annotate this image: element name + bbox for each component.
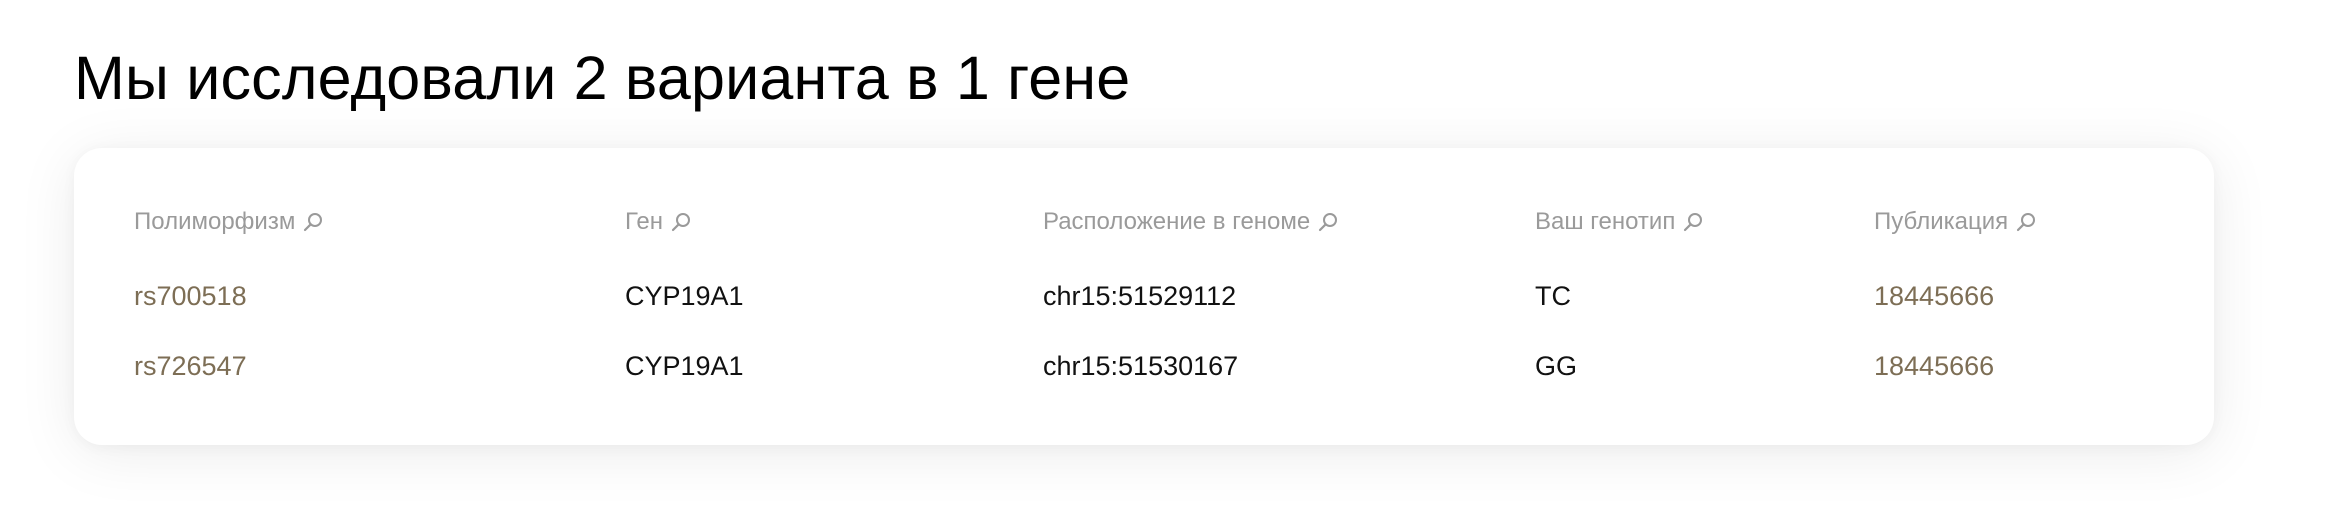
publication-link[interactable]: 18445666 xyxy=(1874,276,1994,316)
search-icon[interactable] xyxy=(669,210,693,234)
search-icon[interactable] xyxy=(1681,210,1705,234)
column-header-location[interactable]: Расположение в геноме xyxy=(1043,204,1340,240)
column-header-label: Ваш генотип xyxy=(1535,208,1676,235)
location-cell: chr15:51530167 xyxy=(1043,351,1239,381)
search-icon[interactable] xyxy=(1316,210,1340,234)
gene-cell: CYP19A1 xyxy=(625,351,744,381)
page-title: Мы исследовали 2 варианта в 1 гене xyxy=(74,44,1131,112)
table-header-row: Полиморфизм Ген Расположение в геноме Ва… xyxy=(74,204,2214,240)
column-header-label: Расположение в геноме xyxy=(1043,208,1311,235)
genotype-cell: GG xyxy=(1535,351,1578,381)
column-header-genotype[interactable]: Ваш генотип xyxy=(1535,204,1705,240)
search-icon[interactable] xyxy=(2014,210,2038,234)
column-header-label: Ген xyxy=(625,208,663,235)
polymorphism-link[interactable]: rs700518 xyxy=(134,276,247,316)
column-header-gene[interactable]: Ген xyxy=(625,204,693,240)
page: Мы исследовали 2 варианта в 1 гене Полим… xyxy=(0,0,2330,516)
column-header-label: Публикация xyxy=(1874,208,2009,235)
publication-link[interactable]: 18445666 xyxy=(1874,346,1994,386)
search-icon[interactable] xyxy=(301,210,325,234)
column-header-label: Полиморфизм xyxy=(134,208,296,235)
gene-cell: CYP19A1 xyxy=(625,281,744,311)
polymorphism-link[interactable]: rs726547 xyxy=(134,346,247,386)
column-header-publication[interactable]: Публикация xyxy=(1874,204,2038,240)
table-row: rs726547 CYP19A1 chr15:51530167 GG 18445… xyxy=(74,346,2214,386)
table-row: rs700518 CYP19A1 chr15:51529112 TC 18445… xyxy=(74,276,2214,316)
variants-table: Полиморфизм Ген Расположение в геноме Ва… xyxy=(74,148,2214,445)
location-cell: chr15:51529112 xyxy=(1043,281,1237,311)
column-header-polymorphism[interactable]: Полиморфизм xyxy=(134,204,325,240)
genotype-cell: TC xyxy=(1535,281,1571,311)
